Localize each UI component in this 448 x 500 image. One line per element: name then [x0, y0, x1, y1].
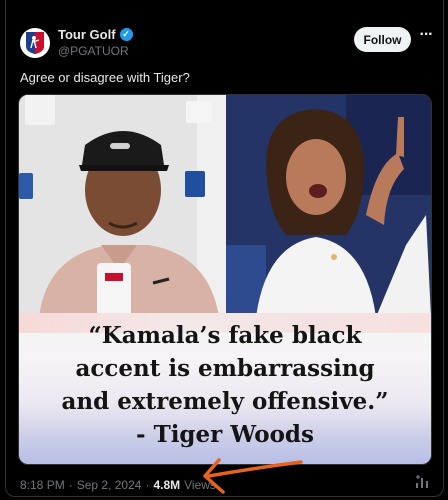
- post-text: Agree or disagree with Tiger?: [20, 70, 190, 85]
- author-name-text[interactable]: Tour Golf: [58, 27, 116, 42]
- meta-separator: ·: [68, 478, 73, 492]
- meta-separator-2: ·: [145, 478, 150, 492]
- post-metadata: 8:18 PM · Sep 2, 2024 · 4.8M Views: [20, 478, 216, 492]
- photo-tiger-woods: [19, 95, 226, 317]
- bar-chart-icon[interactable]: [414, 474, 430, 490]
- quote-line-1: “Kamala’s fake black: [88, 322, 362, 349]
- follow-button[interactable]: Follow: [354, 27, 411, 52]
- photo-kamala-harris: [226, 95, 431, 317]
- quote-line-2: accent is embarrassing: [75, 355, 375, 382]
- post-image[interactable]: “Kamala’s fake black accent is embarrass…: [18, 94, 432, 465]
- post-date[interactable]: Sep 2, 2024: [77, 478, 142, 492]
- views-count: 4.8M: [153, 478, 181, 492]
- verified-badge-icon: ✓: [119, 28, 133, 41]
- avatar[interactable]: [20, 28, 50, 58]
- quote-text: “Kamala’s fake black accent is embarrass…: [19, 319, 431, 451]
- quote-banner: “Kamala’s fake black accent is embarrass…: [19, 313, 431, 464]
- views-label: Views: [184, 478, 216, 492]
- more-icon[interactable]: ···: [416, 27, 436, 48]
- post-time[interactable]: 8:18 PM: [20, 478, 65, 492]
- quote-line-3: and extremely offensive.”: [61, 388, 389, 415]
- quote-line-4: - Tiger Woods: [136, 421, 314, 448]
- photo-left-illustration: [19, 95, 226, 317]
- author-name[interactable]: Tour Golf ✓: [58, 27, 133, 42]
- photo-right-illustration: [226, 95, 431, 317]
- author-handle[interactable]: @PGATUOR: [58, 44, 129, 58]
- pga-tour-logo-icon: [26, 32, 44, 54]
